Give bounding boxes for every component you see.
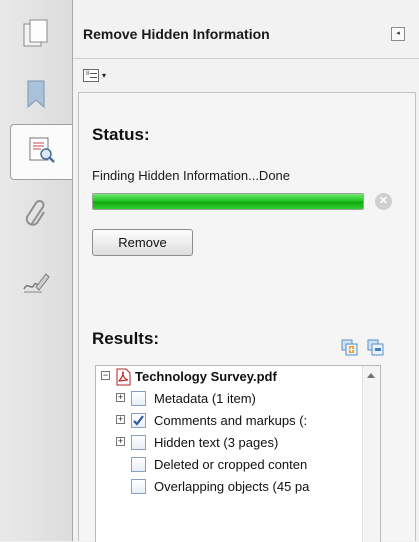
expand-node-icon[interactable]: + bbox=[116, 415, 125, 424]
tree-item-label: Comments and markups (: bbox=[154, 413, 308, 428]
overlapping-objects-checkbox[interactable] bbox=[131, 479, 146, 494]
panel-toolbar: 8 ▾ bbox=[73, 59, 419, 91]
cancel-icon[interactable]: ✕ bbox=[375, 193, 392, 210]
tree-item-row[interactable]: Overlapping objects (45 pa bbox=[96, 476, 366, 498]
navigation-rail bbox=[0, 0, 73, 541]
remove-hidden-info-button[interactable] bbox=[10, 124, 72, 180]
pdf-file-icon bbox=[115, 368, 131, 389]
panel-content: Status: Finding Hidden Information...Don… bbox=[78, 92, 416, 542]
signature-pen-icon bbox=[22, 269, 50, 300]
collapse-node-icon[interactable]: − bbox=[101, 371, 110, 380]
tree-item-label: Hidden text (3 pages) bbox=[154, 435, 279, 450]
signatures-button[interactable] bbox=[8, 256, 64, 312]
results-tree: − Technology Survey.pdf + Metadata (1 it… bbox=[95, 365, 381, 542]
chevron-left-icon: ◂ bbox=[396, 30, 400, 37]
panel-title: Remove Hidden Information bbox=[83, 26, 270, 42]
status-heading: Status: bbox=[92, 125, 150, 144]
tree-item-row[interactable]: Deleted or cropped conten bbox=[96, 454, 366, 476]
progress-fill bbox=[93, 194, 363, 209]
list-options-icon: 8 bbox=[83, 68, 99, 82]
metadata-checkbox[interactable] bbox=[131, 391, 146, 406]
deleted-content-checkbox[interactable] bbox=[131, 457, 146, 472]
expand-node-icon[interactable]: + bbox=[116, 437, 125, 446]
tree-item-row[interactable]: + Metadata (1 item) bbox=[96, 388, 366, 410]
expand-all-icon[interactable] bbox=[341, 339, 358, 356]
expand-node-icon[interactable]: + bbox=[116, 393, 125, 402]
page-thumbnails-icon bbox=[23, 19, 49, 54]
tree-item-label: Metadata (1 item) bbox=[154, 391, 256, 406]
results-heading: Results: bbox=[92, 329, 160, 348]
progress-bar bbox=[92, 193, 364, 210]
tree-root-label: Technology Survey.pdf bbox=[135, 369, 277, 384]
page-thumbnails-button[interactable] bbox=[8, 8, 64, 64]
collapse-panel-button[interactable]: ◂ bbox=[391, 27, 405, 41]
tree-item-row[interactable]: + Comments and markups (: bbox=[96, 410, 366, 432]
bookmarks-button[interactable] bbox=[8, 68, 64, 124]
bookmark-icon bbox=[25, 79, 47, 114]
paperclip-icon bbox=[23, 198, 49, 235]
tree-root-row[interactable]: − Technology Survey.pdf bbox=[96, 366, 366, 388]
tree-item-label: Overlapping objects (45 pa bbox=[154, 479, 310, 494]
remove-hidden-information-panel: Remove Hidden Information ◂ 8 ▾ Status: … bbox=[73, 0, 419, 542]
scroll-up-icon[interactable] bbox=[367, 373, 375, 378]
tree-item-row[interactable]: + Hidden text (3 pages) bbox=[96, 432, 366, 454]
chevron-down-icon: ▾ bbox=[102, 70, 107, 80]
document-search-icon bbox=[27, 135, 57, 170]
hidden-text-checkbox[interactable] bbox=[131, 435, 146, 450]
tree-scrollbar[interactable] bbox=[362, 366, 380, 542]
tree-item-label: Deleted or cropped conten bbox=[154, 457, 308, 472]
panel-header: Remove Hidden Information ◂ bbox=[73, 0, 419, 59]
collapse-all-icon[interactable] bbox=[367, 339, 384, 356]
checkmark-icon bbox=[133, 415, 144, 426]
attachments-button[interactable] bbox=[8, 188, 64, 244]
remove-button[interactable]: Remove bbox=[92, 229, 193, 256]
comments-checkbox[interactable] bbox=[131, 413, 146, 428]
status-message: Finding Hidden Information...Done bbox=[92, 168, 291, 183]
options-menu-button[interactable]: 8 ▾ bbox=[83, 67, 117, 83]
